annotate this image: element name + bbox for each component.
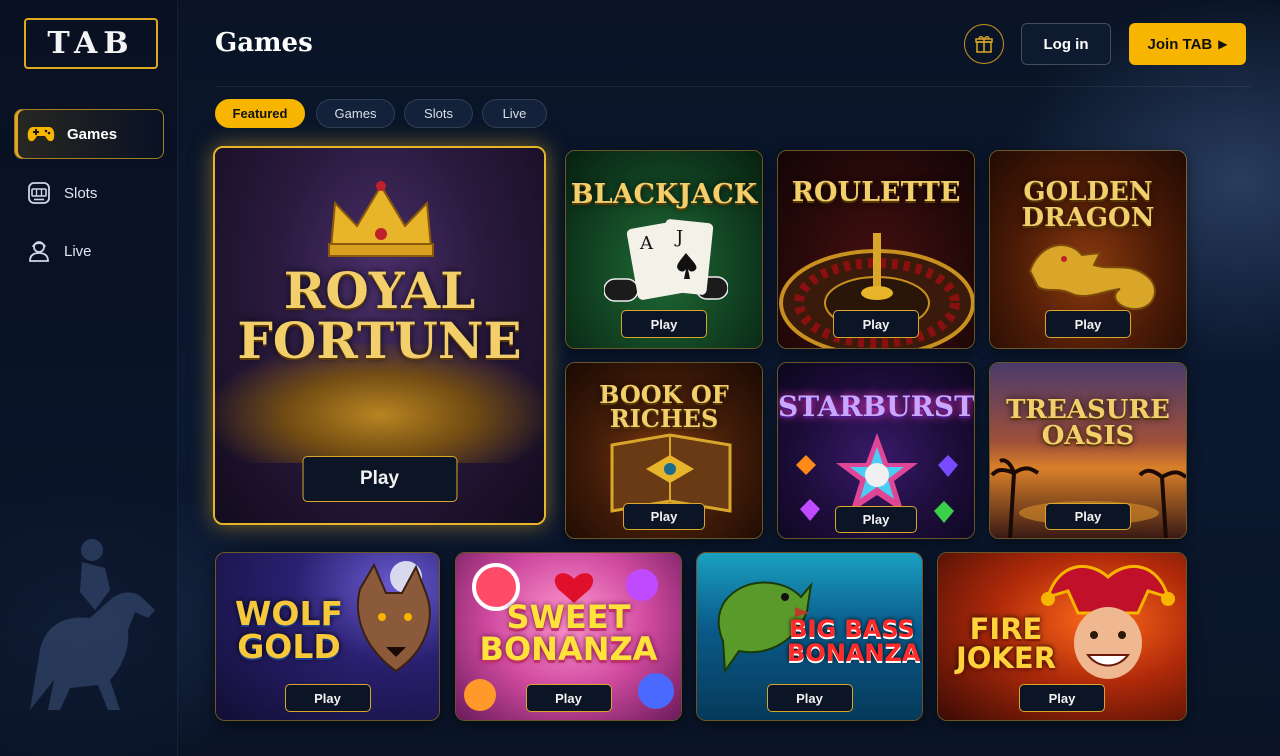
tab-live[interactable]: Live (482, 99, 547, 128)
tab-slots[interactable]: Slots (404, 99, 473, 128)
game-title: TREASURE OASIS (1006, 395, 1170, 451)
live-dealer-icon (29, 241, 49, 262)
play-button[interactable]: Play (1019, 684, 1105, 712)
game-card-royal-fortune[interactable]: ROYAL FORTUNE Play (213, 146, 546, 525)
svg-text:A: A (639, 233, 654, 254)
game-title: FIRE JOKER (955, 612, 1057, 675)
sidebar-item-live[interactable]: Live (14, 226, 164, 276)
game-card-roulette[interactable]: ROULETTE Play (777, 150, 975, 349)
gift-button[interactable] (964, 24, 1004, 64)
play-button[interactable]: Play (525, 684, 612, 712)
join-button-label: Join TAB (1147, 35, 1213, 53)
sidebar: TAB Games Slots Live (0, 0, 178, 756)
login-button[interactable]: Log in (1021, 23, 1111, 65)
game-card-wolf-gold[interactable]: WOLF GOLD Play (215, 552, 440, 721)
game-title: SWEET BONANZA (479, 598, 658, 668)
sidebar-item-games[interactable]: Games (14, 109, 164, 159)
sidebar-item-label: Games (67, 125, 118, 143)
header-divider (215, 86, 1250, 87)
game-title: WOLF GOLD (234, 594, 344, 666)
game-card-blackjack[interactable]: A J BLACKJACK Play (565, 150, 763, 349)
svg-text:J: J (674, 227, 683, 248)
game-title: ROYAL FORTUNE (237, 261, 522, 370)
play-button[interactable]: Play (302, 456, 457, 502)
playing-cards-icon: A J (604, 219, 728, 302)
game-title: GOLDEN DRAGON (1021, 177, 1155, 233)
game-title: ROULETTE (791, 177, 961, 208)
tab-featured[interactable]: Featured (215, 99, 305, 128)
gamepad-icon (27, 127, 55, 142)
tab-logo[interactable]: TAB (24, 18, 158, 69)
wolf-icon (356, 561, 431, 673)
game-card-treasure-oasis[interactable]: TREASURE OASIS Play (989, 362, 1187, 539)
play-button[interactable]: Play (1045, 503, 1131, 530)
sidebar-item-slots[interactable]: Slots (14, 168, 164, 218)
game-card-book-of-riches[interactable]: BOOK OF RICHES Play (565, 362, 763, 539)
play-button[interactable]: Play (833, 310, 919, 338)
tab-games[interactable]: Games (316, 99, 395, 128)
page-title: Games (215, 28, 313, 58)
game-card-sweet-bonanza[interactable]: SWEET BONANZA Play (455, 552, 682, 721)
play-button[interactable]: Play (623, 503, 705, 530)
play-button[interactable]: Play (621, 310, 707, 338)
game-title: BIG BASS BONANZA (787, 615, 921, 667)
dragon-icon (1028, 244, 1156, 311)
gift-icon (975, 36, 993, 53)
sidebar-item-label: Live (64, 242, 92, 260)
horse-jockey-silhouette (30, 539, 155, 710)
game-card-starburst[interactable]: STARBURST Play (777, 362, 975, 539)
sidebar-item-label: Slots (64, 184, 98, 202)
play-button[interactable]: Play (766, 684, 853, 712)
play-button[interactable]: Play (1045, 310, 1131, 338)
play-button[interactable]: Play (284, 684, 371, 712)
game-card-big-bass-bonanza[interactable]: BIG BASS BONANZA Play (696, 552, 923, 721)
play-arrow-icon: ▶ (1218, 37, 1228, 51)
slot-machine-icon (28, 182, 50, 204)
play-button[interactable]: Play (835, 506, 917, 533)
game-title: BOOK OF RICHES (599, 380, 729, 433)
crown-icon (328, 181, 434, 257)
join-button[interactable]: Join TAB ▶ (1129, 23, 1246, 65)
game-title: BLACKJACK (570, 179, 758, 210)
game-card-golden-dragon[interactable]: GOLDEN DRAGON Play (989, 150, 1187, 349)
game-title: STARBURST (778, 390, 975, 423)
game-card-fire-joker[interactable]: FIRE JOKER Play (937, 552, 1187, 721)
